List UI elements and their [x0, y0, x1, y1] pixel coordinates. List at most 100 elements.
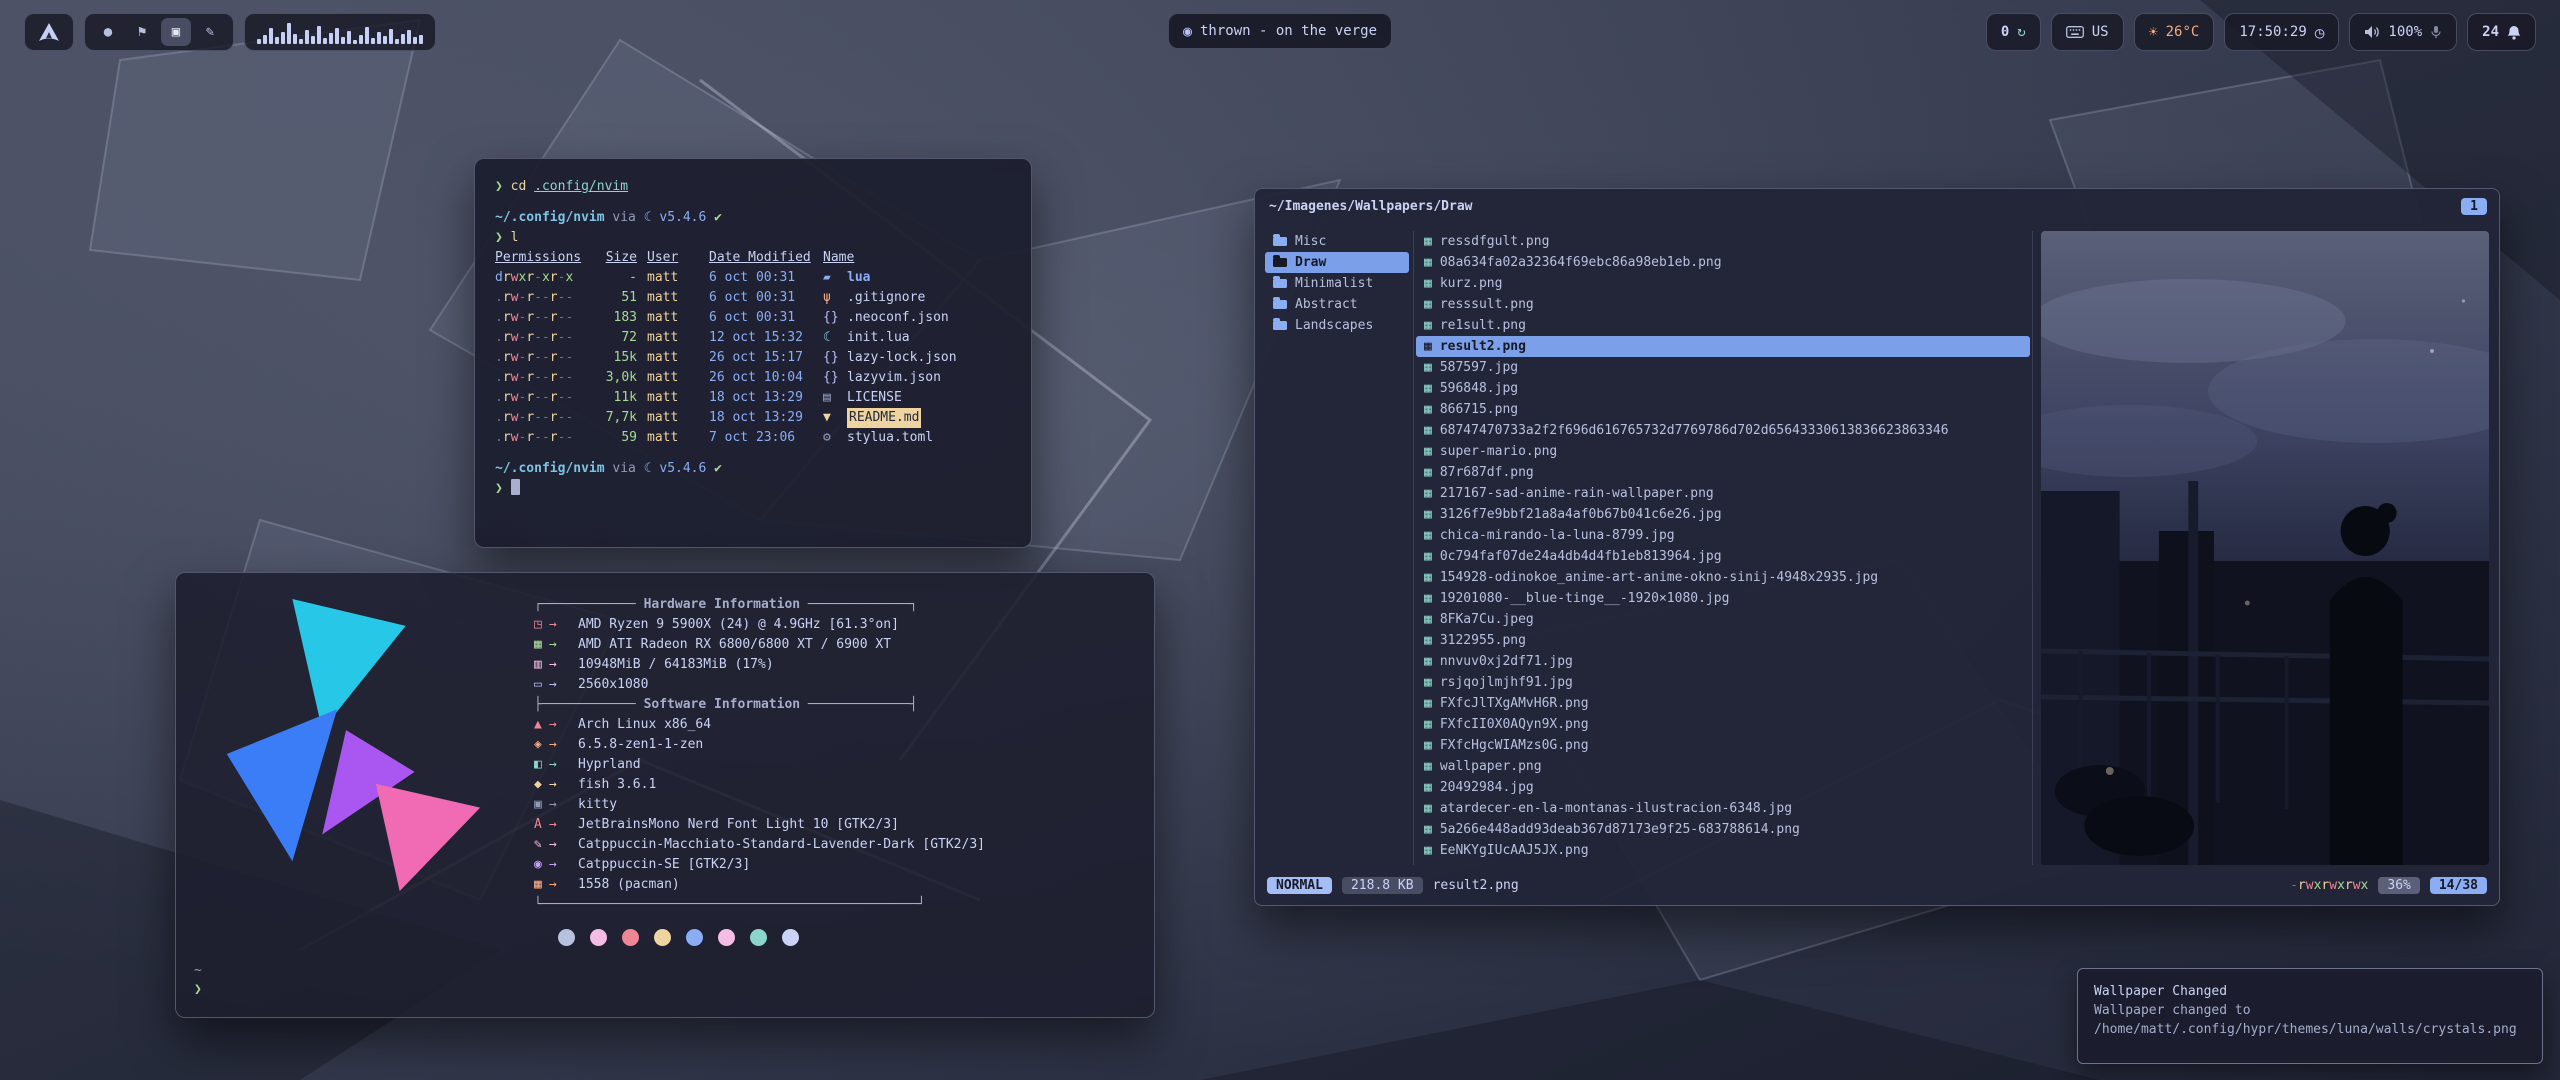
file-item[interactable]: 3126f7e9bbf21a8a4af0b67b041c6e26.jpg: [1416, 504, 2030, 525]
file-item[interactable]: 68747470733a2f2f696d616765732d7769786d70…: [1416, 420, 2030, 441]
directory-item[interactable]: Landscapes: [1265, 315, 1409, 336]
keyboard-layout-widget[interactable]: US: [2051, 13, 2124, 51]
file-item[interactable]: 0c794faf07de24a4db4d4fb1eb813964.jpg: [1416, 546, 2030, 567]
visualizer-bar: [389, 29, 393, 44]
ls-table-row: .rw-r--r-- 7,7k matt 18 oct 13:29 ▼ READ…: [495, 408, 1011, 428]
clock-time: 17:50:29: [2239, 24, 2306, 40]
keyboard-icon: [2066, 25, 2084, 39]
app-launcher-button[interactable]: [24, 13, 74, 51]
workspace-icon: ✎: [206, 24, 214, 40]
tab-badge[interactable]: 1: [2461, 198, 2487, 215]
file-item[interactable]: super-mario.png: [1416, 441, 2030, 462]
file-name: 20492984.jpg: [1440, 780, 1534, 795]
file-item[interactable]: FXfcJlTXgAMvH6R.png: [1416, 693, 2030, 714]
file-item[interactable]: 866715.png: [1416, 399, 2030, 420]
file-item[interactable]: FXfcHgcWIAMzs0G.png: [1416, 735, 2030, 756]
directory-item[interactable]: Minimalist: [1265, 273, 1409, 294]
file-owner: matt: [647, 368, 699, 388]
workspace-button[interactable]: ▣: [161, 18, 191, 46]
software-item-icon: ▲: [534, 715, 578, 735]
file-item[interactable]: 154928-odinokoe_anime-art-anime-okno-sin…: [1416, 567, 2030, 588]
ls-table-row: .rw-r--r-- 11k matt 18 oct 13:29 ▤ LICEN…: [495, 388, 1011, 408]
file-item[interactable]: 8FKa7Cu.jpeg: [1416, 609, 2030, 630]
fetch-info-line: ✎ Catppuccin-Macchiato-Standard-Lavender…: [534, 835, 1154, 855]
workspace-button[interactable]: ●: [93, 18, 123, 46]
hardware-item-icon: ▦: [534, 635, 578, 655]
software-item-value: 6.5.8-zen1-1-zen: [578, 735, 703, 755]
file-item[interactable]: atardecer-en-la-montanas-ilustracion-634…: [1416, 798, 2030, 819]
image-file-icon: [1424, 276, 1432, 291]
file-item[interactable]: 596848.jpg: [1416, 378, 2030, 399]
file-item[interactable]: result2.png: [1416, 336, 2030, 357]
file-name: 5a266e448add93deab367d87173e9f25-6837886…: [1440, 822, 1800, 837]
ls-table-row: .rw-r--r-- 51 matt 6 oct 00:31 ψ .gitign…: [495, 288, 1011, 308]
image-file-icon: [1424, 696, 1432, 711]
file-item[interactable]: EeNKYgIUcAAJ5JX.png: [1416, 840, 2030, 861]
visualizer-bar: [305, 30, 309, 44]
software-item-icon: ◉: [534, 855, 578, 875]
image-file-icon: [1424, 360, 1432, 375]
terminal-window-fetch[interactable]: ┌──────────── Hardware Information ─────…: [175, 572, 1155, 1018]
directory-item[interactable]: Abstract: [1265, 294, 1409, 315]
image-file-icon: [1424, 234, 1432, 249]
image-file-icon: [1424, 465, 1432, 480]
file-item[interactable]: 87r687df.png: [1416, 462, 2030, 483]
file-permissions: .rw-r--r--: [495, 288, 581, 308]
file-item[interactable]: chica-mirando-la-luna-8799.jpg: [1416, 525, 2030, 546]
image-file-icon: [1424, 633, 1432, 648]
workspace-switcher: ● ⚑ ▣ ✎: [84, 13, 234, 51]
file-name: 3122955.png: [1440, 633, 1526, 648]
scroll-percent-badge: 36%: [2378, 877, 2419, 894]
file-size: -: [591, 268, 637, 288]
file-item[interactable]: rsjqojlmjhf91.jpg: [1416, 672, 2030, 693]
file-item[interactable]: 5a266e448add93deab367d87173e9f25-6837886…: [1416, 819, 2030, 840]
file-size: 59: [591, 428, 637, 448]
file-item[interactable]: 08a634fa02a32364f69ebc86a98eb1eb.png: [1416, 252, 2030, 273]
notification-popup[interactable]: Wallpaper Changed Wallpaper changed to /…: [2077, 968, 2543, 1064]
lua-icon: ☾: [644, 461, 652, 476]
terminal-window-nvim[interactable]: ❯ cd .config/nvim ~/.config/nvim via ☾ v…: [474, 158, 1032, 548]
visualizer-bar: [275, 37, 279, 44]
software-item-icon: ▦: [534, 875, 578, 895]
software-item-value: 1558 (pacman): [578, 875, 680, 895]
file-manager-body: Misc Draw Minimalist Abstract Landscapes…: [1265, 231, 2489, 865]
workspace-button[interactable]: ⚑: [127, 18, 157, 46]
volume-widget[interactable]: 100%: [2349, 13, 2457, 51]
file-item[interactable]: 3122955.png: [1416, 630, 2030, 651]
prompt-path: ~/.config/nvim: [495, 210, 605, 225]
directory-item[interactable]: Misc: [1265, 231, 1409, 252]
prompt-input-line[interactable]: ❯: [495, 479, 1011, 499]
directory-name: Draw: [1295, 255, 1326, 270]
notifications-widget[interactable]: 24: [2467, 13, 2536, 51]
file-item[interactable]: 587597.jpg: [1416, 357, 2030, 378]
file-name: 587597.jpg: [1440, 360, 1518, 375]
updates-widget[interactable]: 0 ↻: [1986, 13, 2041, 51]
folder-icon: [1273, 258, 1287, 267]
fetch-info-line: ▥ 10948MiB / 64183MiB (17%): [534, 655, 1154, 675]
hardware-item-value: 2560x1080: [578, 675, 648, 695]
file-name: EeNKYgIUcAAJ5JX.png: [1440, 843, 1589, 858]
visualizer-bar: [419, 35, 423, 44]
file-item[interactable]: 20492984.jpg: [1416, 777, 2030, 798]
file-name: ressdfgult.png: [1440, 234, 1550, 249]
directory-item[interactable]: Draw: [1265, 252, 1409, 273]
file-item[interactable]: 19201080-__blue-tinge__-1920×1080.jpg: [1416, 588, 2030, 609]
fetch-prompt[interactable]: ~ ❯: [194, 961, 202, 999]
file-item[interactable]: re1sult.png: [1416, 315, 2030, 336]
file-owner: matt: [647, 428, 699, 448]
file-item[interactable]: nnvuv0xj2df71.jpg: [1416, 651, 2030, 672]
media-widget[interactable]: ◉ thrown - on the verge: [1168, 13, 1392, 49]
arch-logo-icon: [39, 23, 59, 41]
file-item[interactable]: wallpaper.png: [1416, 756, 2030, 777]
file-item[interactable]: FXfcII0X0AQyn9X.png: [1416, 714, 2030, 735]
clock-widget[interactable]: 17:50:29 ◷: [2224, 13, 2339, 51]
status-ok-icon: ✔: [714, 461, 722, 476]
file-item[interactable]: resssult.png: [1416, 294, 2030, 315]
image-file-icon: [1424, 759, 1432, 774]
workspace-button[interactable]: ✎: [195, 18, 225, 46]
weather-widget[interactable]: ☀ 26°C: [2134, 13, 2215, 51]
file-manager-window[interactable]: ~/Imagenes/Wallpapers/Draw 1 Misc Draw M…: [1254, 188, 2500, 906]
file-item[interactable]: ressdfgult.png: [1416, 231, 2030, 252]
file-item[interactable]: kurz.png: [1416, 273, 2030, 294]
file-item[interactable]: 217167-sad-anime-rain-wallpaper.png: [1416, 483, 2030, 504]
